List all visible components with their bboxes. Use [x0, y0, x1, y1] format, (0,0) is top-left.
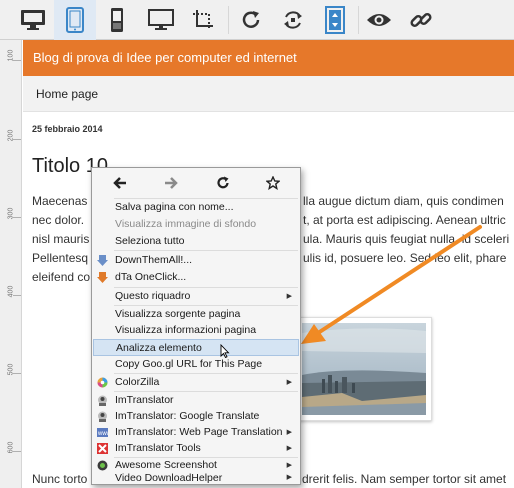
- menu-item-label: DownThemAll!...: [115, 254, 193, 266]
- resize-icon[interactable]: [314, 0, 356, 40]
- post-text-line: nisl mauris: [32, 232, 90, 246]
- context-menu-nav: [92, 168, 300, 198]
- rotate-icon[interactable]: [272, 0, 314, 40]
- toolbar: [0, 0, 514, 40]
- nav-home-link[interactable]: Home page: [36, 87, 98, 101]
- menu-item-colorzilla[interactable]: ColorZilla ▶: [93, 374, 299, 391]
- post-date: 25 febbraio 2014: [32, 124, 103, 134]
- menu-item-view-background[interactable]: Visualizza immagine di sfondo: [93, 216, 299, 233]
- dta-oneclick-icon: [97, 272, 108, 283]
- menu-item-label: Salva pagina con nome...: [115, 201, 234, 213]
- bookmark-star-icon[interactable]: [262, 174, 284, 192]
- menu-item-imtranslator[interactable]: ImTranslator: [93, 392, 299, 409]
- imtranslator-web-icon: www: [97, 427, 112, 438]
- menu-item-label: Analizza elemento: [116, 342, 202, 354]
- ruler-label: 300: [7, 207, 15, 220]
- menu-item-imtranslator-tools[interactable]: ImTranslator Tools ▶: [93, 440, 299, 457]
- tablet-icon[interactable]: [54, 0, 96, 40]
- blog-nav: Home page: [23, 76, 514, 112]
- post-text-line: lla augue dictum diam, quis condimen: [303, 194, 504, 208]
- menu-item-video-downloadhelper[interactable]: Video DownloadHelper ▶: [93, 471, 299, 485]
- post-text-line: drerit felis. Nam semper tortor sit amet: [302, 472, 507, 486]
- menu-item-select-all[interactable]: Seleziona tutto: [93, 233, 299, 250]
- eye-icon[interactable]: [358, 0, 400, 40]
- submenu-arrow-icon: ▶: [286, 474, 292, 481]
- imtranslator-tools-icon: [97, 443, 108, 454]
- ruler-label: 400: [7, 285, 15, 298]
- imtranslator-icon: [97, 395, 108, 406]
- submenu-arrow-icon: ▶: [286, 293, 292, 300]
- ruler-label: 500: [7, 363, 15, 376]
- monitor-icon[interactable]: [140, 0, 182, 40]
- post-text-line: ulis id, posuere leo. Sed leo elit, phar…: [303, 251, 507, 265]
- crop-icon[interactable]: [182, 0, 224, 40]
- menu-item-label: ColorZilla: [115, 376, 160, 388]
- menu-item-downthemall[interactable]: DownThemAll!...: [93, 252, 299, 269]
- imtranslator-google-icon: [97, 411, 108, 422]
- desktop-icon[interactable]: [12, 0, 54, 40]
- mobile-icon[interactable]: [96, 0, 138, 40]
- submenu-arrow-icon: ▶: [286, 445, 292, 452]
- svg-text:www: www: [97, 431, 108, 437]
- post-text-line: Pellentesq: [32, 251, 89, 265]
- link-icon[interactable]: [400, 0, 442, 40]
- menu-item-imtranslator-google[interactable]: ImTranslator: Google Translate: [93, 408, 299, 425]
- blog-header-title[interactable]: Blog di prova di Idee per computer ed in…: [23, 40, 514, 76]
- menu-item-label: ImTranslator Tools: [115, 442, 201, 454]
- menu-item-label: Visualizza immagine di sfondo: [115, 218, 257, 230]
- menu-item-label: Seleziona tutto: [115, 235, 185, 247]
- menu-item-dta-oneclick[interactable]: dTa OneClick...: [93, 269, 299, 286]
- reload-icon[interactable]: [212, 174, 234, 192]
- submenu-arrow-icon: ▶: [286, 429, 292, 436]
- menu-item-label: ImTranslator: Web Page Translation: [115, 426, 283, 438]
- submenu-arrow-icon: ▶: [286, 379, 292, 386]
- menu-item-label: Visualizza sorgente pagina: [115, 308, 241, 320]
- colorzilla-icon: [97, 377, 108, 388]
- post-text-line: ula. Mauris quis feugiat nulla, id scele…: [303, 232, 510, 246]
- post-text-line: t, at porta est adipiscing. Aenean ultri…: [303, 213, 506, 227]
- menu-item-label: dTa OneClick...: [115, 271, 187, 283]
- post-text-line: eleifend co: [32, 270, 91, 284]
- awesome-screenshot-icon: [97, 460, 108, 471]
- menu-item-view-source[interactable]: Visualizza sorgente pagina: [93, 306, 299, 323]
- post-image[interactable]: [296, 317, 432, 421]
- back-icon[interactable]: [109, 174, 131, 192]
- menu-item-copy-googl-url[interactable]: Copy Goo.gl URL for This Page: [93, 356, 299, 373]
- menu-item-inspect-element[interactable]: Analizza elemento: [93, 339, 299, 359]
- post-text-line: Maecenas: [32, 194, 88, 208]
- menu-item-label: Copy Goo.gl URL for This Page: [115, 358, 263, 370]
- post-text-line: Nunc torto: [32, 472, 88, 486]
- menu-item-label: Questo riquadro: [115, 290, 191, 302]
- context-menu: Salva pagina con nome... Visualizza imma…: [91, 167, 301, 485]
- menu-item-label: Video DownloadHelper: [115, 472, 223, 484]
- ruler-label: 200: [7, 129, 15, 142]
- menu-item-label: ImTranslator: [115, 394, 174, 406]
- menu-item-label: ImTranslator: Google Translate: [115, 410, 260, 422]
- forward-icon[interactable]: [160, 174, 182, 192]
- vertical-ruler: 100 200 300 400 500 600: [0, 40, 22, 488]
- ruler-label: 100: [7, 49, 15, 62]
- downthemall-icon: [97, 255, 108, 266]
- menu-item-imtranslator-web[interactable]: www ImTranslator: Web Page Translation ▶: [93, 424, 299, 441]
- menu-item-this-frame[interactable]: Questo riquadro ▶: [93, 288, 299, 305]
- menu-item-page-info[interactable]: Visualizza informazioni pagina: [93, 322, 299, 339]
- reload-icon[interactable]: [230, 0, 272, 40]
- ruler-label: 600: [7, 441, 15, 454]
- menu-item-save-page[interactable]: Salva pagina con nome...: [93, 199, 299, 216]
- post-text-line: nec dolor.: [32, 213, 85, 227]
- menu-item-label: Awesome Screenshot: [115, 459, 217, 471]
- menu-item-label: Visualizza informazioni pagina: [115, 324, 257, 336]
